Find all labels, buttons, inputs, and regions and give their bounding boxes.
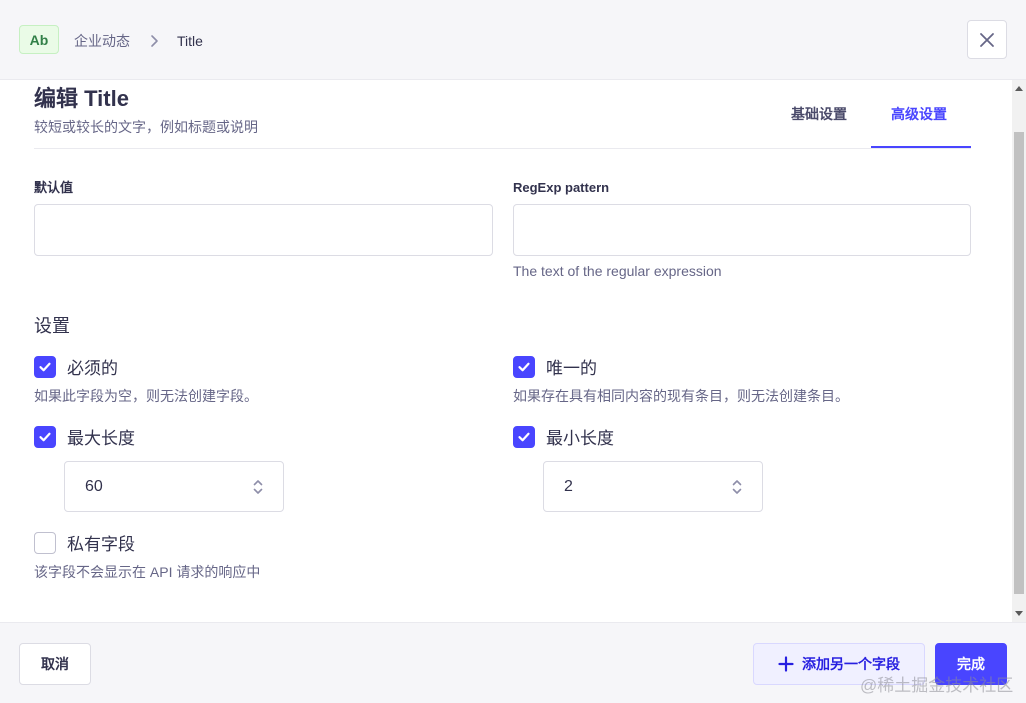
tabs-divider [34, 148, 971, 149]
checkmark-icon [518, 432, 530, 442]
private-field-description: 该字段不会显示在 API 请求的响应中 [34, 564, 261, 580]
default-value-input[interactable] [34, 204, 493, 256]
min-length-checkbox[interactable] [513, 426, 535, 448]
cancel-button[interactable]: 取消 [19, 643, 91, 685]
min-length-label: 最小长度 [546, 429, 614, 448]
max-length-input[interactable]: 60 [64, 461, 284, 512]
stepper-arrows-icon[interactable] [253, 478, 263, 496]
checkmark-icon [39, 432, 51, 442]
modal-title: 编辑 Title [34, 86, 129, 111]
tab-advanced-settings[interactable]: 高级设置 [891, 105, 947, 123]
modal-subtitle: 较短或较长的文字，例如标题或说明 [34, 119, 258, 135]
required-checkbox[interactable] [34, 356, 56, 378]
min-length-input[interactable]: 2 [543, 461, 763, 512]
regexp-hint: The text of the regular expression [513, 263, 722, 279]
close-button[interactable] [967, 20, 1007, 59]
max-length-checkbox[interactable] [34, 426, 56, 448]
add-another-field-label: 添加另一个字段 [802, 656, 900, 672]
scrollbar-thumb[interactable] [1014, 132, 1024, 594]
required-label: 必须的 [67, 359, 118, 378]
required-description: 如果此字段为空，则无法创建字段。 [34, 388, 258, 404]
private-field-label: 私有字段 [67, 535, 135, 554]
max-length-label: 最大长度 [67, 429, 135, 448]
breadcrumb-current: Title [177, 33, 203, 49]
unique-checkbox[interactable] [513, 356, 535, 378]
unique-label: 唯一的 [546, 359, 597, 378]
plus-icon [778, 656, 794, 672]
scroll-down-arrow-icon[interactable] [1015, 611, 1023, 616]
stepper-arrows-icon[interactable] [732, 478, 742, 496]
checkmark-icon [39, 362, 51, 372]
scrollbar[interactable] [1012, 80, 1026, 622]
checkmark-icon [518, 362, 530, 372]
field-type-badge: Ab [19, 25, 59, 54]
scroll-up-arrow-icon[interactable] [1015, 86, 1023, 91]
default-value-label: 默认值 [34, 180, 74, 195]
close-icon [980, 32, 994, 47]
private-field-checkbox[interactable] [34, 532, 56, 554]
modal-header: Ab 企业动态 Title [0, 0, 1026, 80]
regexp-label: RegExp pattern [513, 180, 610, 195]
unique-description: 如果存在具有相同内容的现有条目，则无法创建条目。 [513, 388, 849, 404]
max-length-value: 60 [85, 477, 103, 495]
tab-basic-settings[interactable]: 基础设置 [791, 105, 847, 123]
settings-section-title: 设置 [34, 316, 70, 336]
chevron-right-icon [151, 35, 158, 47]
breadcrumb-parent[interactable]: 企业动态 [74, 32, 130, 50]
min-length-value: 2 [564, 477, 573, 495]
watermark: @稀土掘金技术社区 [860, 676, 1014, 695]
regexp-input[interactable] [513, 204, 971, 256]
